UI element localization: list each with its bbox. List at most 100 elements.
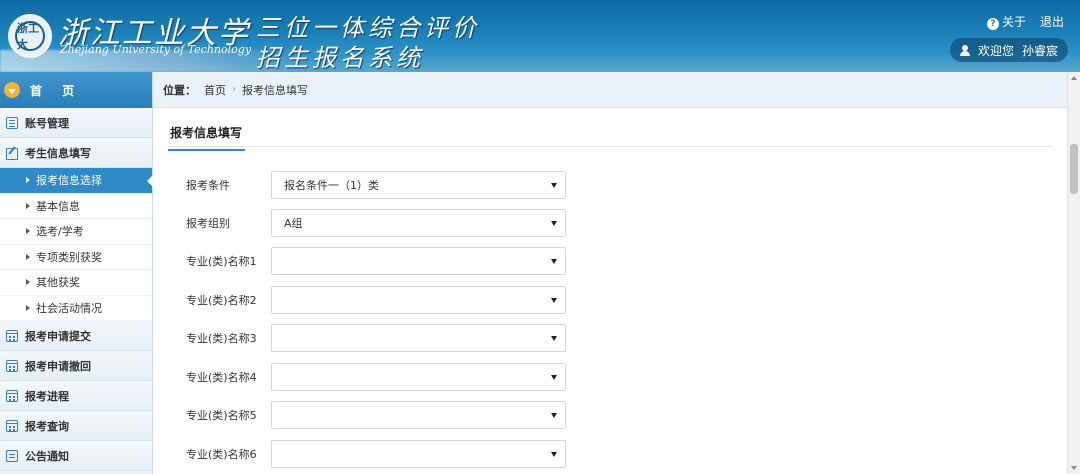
field-label: 专业(类)名称6 bbox=[186, 448, 257, 461]
caret-right-icon bbox=[26, 228, 30, 235]
scroll-up-arrow-icon[interactable] bbox=[1071, 76, 1077, 80]
breadcrumb-home-link[interactable]: 首页 bbox=[204, 82, 226, 98]
sidebar-item-label: 报考进程 bbox=[25, 389, 69, 403]
section-divider bbox=[168, 146, 1053, 147]
sidebar: 首 页 账号管理 考生信息填写 报考信息选择 基本信息 选考/学考 专项类别获奖… bbox=[0, 72, 153, 474]
sidebar-item-progress[interactable]: 报考进程 bbox=[0, 381, 152, 411]
apply-condition-select[interactable]: 报名条件一（1）类 bbox=[271, 171, 566, 199]
edit-icon bbox=[6, 147, 18, 160]
sidebar-subitem-label: 基本信息 bbox=[36, 199, 80, 213]
field-label: 报考组别 bbox=[186, 217, 230, 230]
major-2-select[interactable] bbox=[271, 286, 566, 314]
field-label: 专业(类)名称2 bbox=[186, 294, 257, 307]
sidebar-subitem-label: 选考/学考 bbox=[36, 225, 84, 239]
major-3-select[interactable] bbox=[271, 324, 566, 352]
sidebar-subitem-label: 社会活动情况 bbox=[36, 301, 102, 315]
caret-right-icon bbox=[26, 279, 30, 286]
form-row-apply-condition: 报考条件 报名条件一（1）类 bbox=[153, 171, 1067, 199]
sidebar-item-label: 账号管理 bbox=[25, 116, 69, 130]
about-link[interactable]: ? 关于 bbox=[986, 13, 1026, 30]
field-label: 专业(类)名称5 bbox=[186, 409, 257, 422]
form-row-major-1: 专业(类)名称1 bbox=[153, 247, 1067, 275]
sidebar-subitem-social-activities[interactable]: 社会活动情况 bbox=[0, 296, 152, 321]
dropdown-arrow-icon bbox=[551, 452, 557, 457]
sidebar-subitem-apply-select[interactable]: 报考信息选择 bbox=[0, 168, 153, 194]
dropdown-arrow-icon bbox=[551, 375, 557, 380]
list-icon bbox=[6, 116, 18, 129]
user-icon bbox=[959, 44, 970, 56]
dropdown-arrow-icon bbox=[551, 259, 557, 264]
logout-link[interactable]: 退出 bbox=[1040, 13, 1064, 30]
help-icon: ? bbox=[986, 18, 999, 30]
page-scrollbar[interactable] bbox=[1067, 72, 1080, 474]
sidebar-item-notices[interactable]: 公告通知 bbox=[0, 441, 152, 471]
caret-right-icon bbox=[26, 177, 30, 184]
field-label: 专业(类)名称4 bbox=[186, 371, 257, 384]
major-5-select[interactable] bbox=[271, 401, 566, 429]
chevron-right-icon: › bbox=[232, 84, 236, 95]
field-label: 报考条件 bbox=[186, 179, 230, 192]
user-welcome-pill: 欢迎您 孙睿宸 bbox=[949, 38, 1068, 62]
select-value: 报名条件一（1）类 bbox=[284, 179, 379, 192]
scroll-down-arrow-icon[interactable] bbox=[1071, 466, 1077, 470]
dropdown-arrow-icon bbox=[551, 336, 557, 341]
sidebar-item-withdraw[interactable]: 报考申请撤回 bbox=[0, 351, 152, 381]
form-row-major-4: 专业(类)名称4 bbox=[153, 363, 1067, 391]
breadcrumb: 位置： 首页 › 报考信息填写 bbox=[153, 72, 1067, 108]
logo-emblem: 浙工大 bbox=[15, 21, 45, 51]
sidebar-subitem-special-awards[interactable]: 专项类别获奖 bbox=[0, 245, 152, 270]
calendar-icon bbox=[6, 359, 18, 372]
major-6-select[interactable] bbox=[271, 440, 566, 468]
major-1-select[interactable] bbox=[271, 247, 566, 275]
calendar-icon bbox=[6, 389, 18, 402]
field-label: 专业(类)名称1 bbox=[186, 255, 257, 268]
sidebar-home-label: 首 页 bbox=[30, 83, 83, 98]
field-label: 专业(类)名称3 bbox=[186, 332, 257, 345]
major-4-select[interactable] bbox=[271, 363, 566, 391]
sidebar-subitem-label: 专项类别获奖 bbox=[36, 250, 102, 264]
breadcrumb-prefix: 位置： bbox=[163, 83, 196, 97]
sidebar-submenu: 报考信息选择 基本信息 选考/学考 专项类别获奖 其他获奖 社会活动情况 bbox=[0, 168, 153, 321]
sidebar-item-label: 公告通知 bbox=[25, 449, 69, 463]
sidebar-item-label: 报考申请撤回 bbox=[25, 359, 91, 373]
form-row-major-3: 专业(类)名称3 bbox=[153, 324, 1067, 352]
dropdown-arrow-icon bbox=[551, 413, 557, 418]
form-row-major-2: 专业(类)名称2 bbox=[153, 286, 1067, 314]
chevron-down-icon bbox=[4, 82, 20, 98]
sidebar-item-info-fill[interactable]: 考生信息填写 bbox=[0, 138, 152, 168]
system-title-line2: 招生报名系统 bbox=[256, 44, 424, 72]
sidebar-item-label: 报考申请提交 bbox=[25, 329, 91, 343]
caret-right-icon bbox=[26, 304, 30, 311]
sidebar-item-home[interactable]: 首 页 bbox=[0, 72, 152, 108]
caret-right-icon bbox=[26, 202, 30, 209]
caret-right-icon bbox=[26, 253, 30, 260]
apply-group-select[interactable]: A组 bbox=[271, 209, 566, 237]
user-name: 孙睿宸 bbox=[1021, 43, 1058, 58]
university-logo: 浙工大 bbox=[8, 14, 52, 58]
header-banner: 浙工大 浙江工业大学 Zhejiang University of Techno… bbox=[0, 0, 1080, 72]
about-label: 关于 bbox=[1001, 15, 1026, 29]
message-icon bbox=[6, 449, 18, 462]
scrollbar-thumb[interactable] bbox=[1070, 144, 1078, 194]
select-value: A组 bbox=[284, 217, 303, 230]
university-name-en: Zhejiang University of Technology bbox=[60, 43, 252, 56]
sidebar-item-query[interactable]: 报考查询 bbox=[0, 411, 152, 441]
sidebar-item-account[interactable]: 账号管理 bbox=[0, 108, 152, 138]
form-row-major-5: 专业(类)名称5 bbox=[153, 401, 1067, 429]
dropdown-arrow-icon bbox=[551, 221, 557, 226]
sidebar-subitem-other-awards[interactable]: 其他获奖 bbox=[0, 270, 152, 296]
sidebar-item-label: 报考查询 bbox=[25, 419, 69, 433]
breadcrumb-current: 报考信息填写 bbox=[242, 83, 308, 97]
sidebar-item-submit[interactable]: 报考申请提交 bbox=[0, 321, 152, 351]
dropdown-arrow-icon bbox=[551, 298, 557, 303]
sidebar-subitem-label: 报考信息选择 bbox=[36, 174, 102, 188]
calendar-icon bbox=[6, 329, 18, 342]
dropdown-arrow-icon bbox=[551, 183, 557, 188]
form-row-major-6: 专业(类)名称6 bbox=[153, 440, 1067, 468]
calendar-icon bbox=[6, 419, 18, 432]
main-content: 报考信息填写 报考条件 报名条件一（1）类 报考组别 A组 专业(类)名称1 专… bbox=[153, 108, 1067, 474]
sidebar-item-label: 考生信息填写 bbox=[25, 146, 91, 160]
top-links: ? 关于 退出 bbox=[986, 13, 1064, 30]
sidebar-subitem-exams[interactable]: 选考/学考 bbox=[0, 219, 152, 245]
sidebar-subitem-basic-info[interactable]: 基本信息 bbox=[0, 194, 152, 219]
